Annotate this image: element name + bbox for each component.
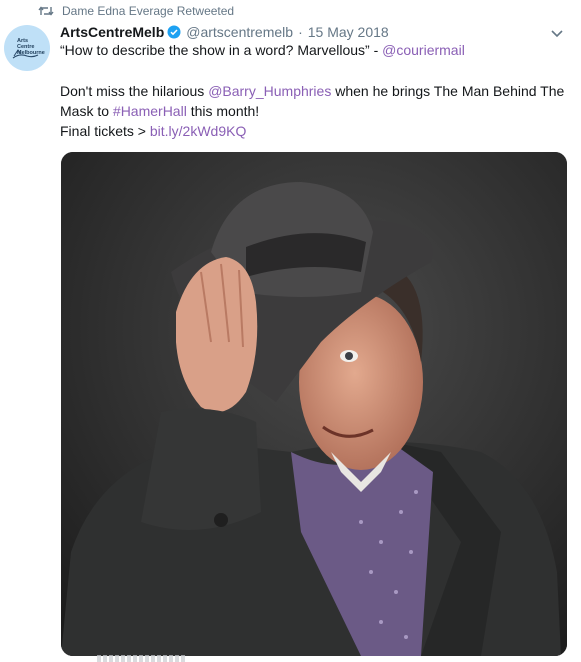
cut-off-text-stub	[97, 655, 187, 662]
tickets-line: Final tickets > bit.ly/2kWd9KQ	[60, 121, 565, 141]
mention-link-couriermail[interactable]: @couriermail	[382, 42, 465, 58]
tweet-quote-line: “How to describe the show in a word? Mar…	[60, 40, 565, 60]
tickets-label: Final tickets >	[60, 123, 150, 139]
verified-badge-icon	[167, 25, 181, 39]
quote-text: “How to describe the show in a word? Mar…	[60, 42, 383, 58]
tweet-photo[interactable]	[61, 152, 567, 656]
tweet[interactable]: Dame Edna Everage Retweeted Arts Centre …	[0, 0, 581, 662]
body-text-3: this month!	[186, 103, 260, 119]
tickets-url-link[interactable]: bit.ly/2kWd9KQ	[150, 123, 246, 139]
coat-button	[214, 513, 228, 527]
mention-link-barry-humphries[interactable]: @Barry_Humphries	[208, 83, 331, 99]
retweet-label[interactable]: Dame Edna Everage Retweeted	[62, 4, 234, 18]
avatar-logo-text: Arts Centre Melbourne	[17, 38, 45, 56]
display-name[interactable]: ArtsCentreMelb	[60, 24, 164, 40]
body-text-1: Don't miss the hilarious	[60, 83, 209, 99]
separator-dot: ·	[298, 24, 303, 40]
tweet-header: ArtsCentreMelb @artscentremelb · 15 May …	[60, 22, 389, 42]
sleeve-shape	[141, 408, 261, 530]
retweet-context: Dame Edna Everage Retweeted	[38, 3, 234, 19]
hashtag-link[interactable]: #HamerHall	[113, 103, 187, 119]
tweet-date[interactable]: 15 May 2018	[308, 24, 389, 40]
tweet-body: Don't miss the hilarious @Barry_Humphrie…	[60, 81, 565, 121]
retweet-icon	[38, 5, 54, 17]
user-handle[interactable]: @artscentremelb	[186, 24, 293, 40]
avatar[interactable]: Arts Centre Melbourne	[4, 25, 50, 71]
